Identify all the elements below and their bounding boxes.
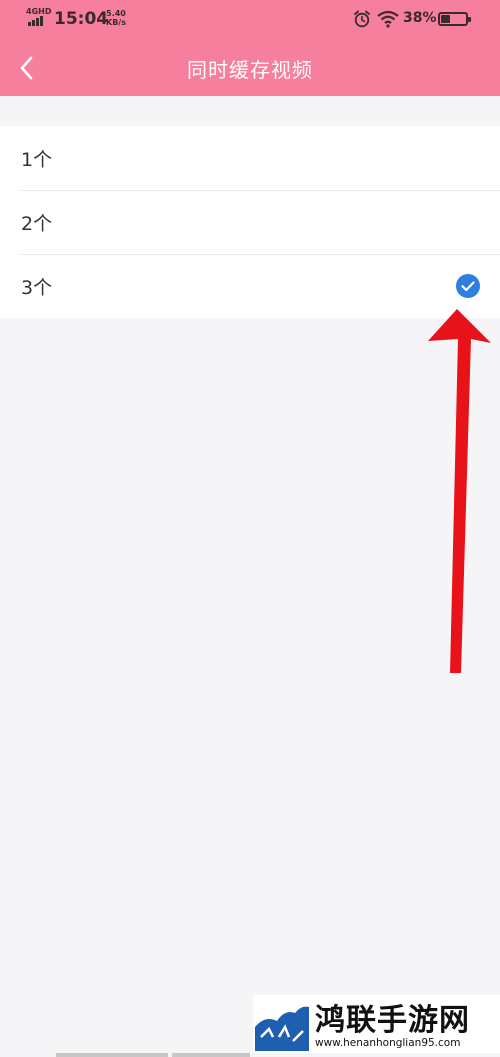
annotation-arrow-icon	[428, 309, 491, 673]
speed-unit: KB/s	[106, 18, 126, 27]
cache-count-list: 1个 2个 3个	[0, 126, 500, 318]
status-bar: 4GHD 15:04 5.40 KB/s 38%	[0, 0, 500, 40]
option-1[interactable]: 1个	[0, 126, 500, 190]
check-circle-icon	[456, 274, 480, 298]
battery-percent: 38%	[403, 10, 437, 26]
battery-fill	[441, 15, 450, 23]
page-title: 同时缓存视频	[187, 58, 313, 82]
network-type: 4GHD	[26, 7, 52, 16]
option-label: 2个	[21, 213, 53, 235]
option-label: 3个	[21, 277, 53, 299]
status-time: 15:04	[54, 9, 109, 29]
signal-icon	[28, 16, 46, 26]
network-speed: 5.40 KB/s	[106, 9, 126, 27]
option-label: 1个	[21, 149, 53, 171]
site-watermark: 鸿联手游网 www.henanhonglian95.com	[253, 995, 500, 1053]
speed-value: 5.40	[106, 9, 126, 18]
site-logo-icon	[255, 997, 309, 1051]
nav-bar: 同时缓存视频	[0, 40, 500, 96]
watermark-title: 鸿联手游网	[315, 1003, 470, 1038]
watermark-url: www.henanhonglian95.com	[315, 1037, 461, 1049]
nav-indicator	[56, 1053, 168, 1057]
nav-indicator	[172, 1053, 250, 1057]
option-2[interactable]: 2个	[0, 190, 500, 254]
battery-icon	[438, 12, 471, 26]
alarm-icon	[354, 10, 370, 28]
wifi-icon	[377, 10, 399, 28]
